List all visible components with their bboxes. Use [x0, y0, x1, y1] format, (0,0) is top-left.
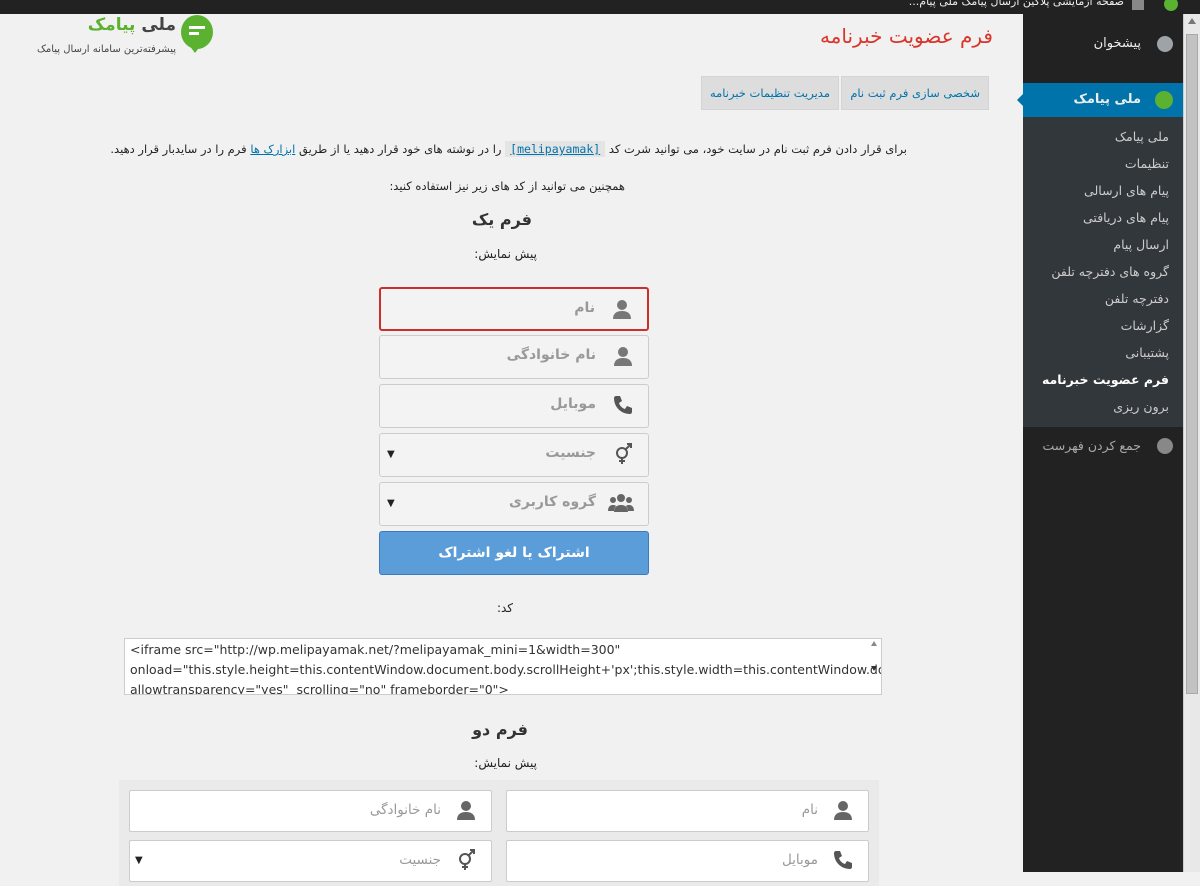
shortcode: [melipayamak] [505, 141, 606, 157]
submenu-item-received-messages[interactable]: پیام های دریافتی [1083, 210, 1169, 225]
form1-title: فرم یک [471, 210, 532, 229]
sidebar-item-label: پیشخوان [1093, 36, 1141, 51]
gender-select[interactable]: جنسیت ▼ [379, 433, 649, 477]
submenu-item-sent-messages[interactable]: پیام های ارسالی [1084, 183, 1169, 198]
collapse-arrow-icon [1157, 438, 1173, 454]
sidebar-submenu: ملی پیامک تنظیمات پیام های ارسالی پیام ه… [1023, 117, 1183, 427]
sidebar-item-melipayamak[interactable]: ملی پیامک [1017, 83, 1183, 117]
form2-first-name-field[interactable]: نام [506, 790, 869, 832]
dropdown-arrow-icon: ▼ [387, 498, 395, 509]
intro-text: برای قرار دادن فرم ثبت نام در سایت خود، … [110, 141, 907, 157]
user-icon [612, 345, 634, 367]
user-group-select[interactable]: گروه کاربری ▼ [379, 482, 649, 526]
melipayamak-logo-icon [1155, 91, 1173, 109]
speech-bubble-logo-icon [181, 15, 213, 53]
scroll-down-icon[interactable] [871, 666, 877, 671]
mobile-placeholder: موبایل [550, 396, 596, 412]
user-icon [611, 298, 633, 320]
dashboard-gauge-icon [1157, 36, 1173, 52]
embed-code-textarea[interactable]: <iframe src="http://wp.melipayamak.net/?… [124, 638, 882, 695]
admin-bar: صفحه آزمایشی پلاگین ارسال پیامک ملی پیام… [0, 0, 1200, 14]
home-icon[interactable] [1132, 0, 1144, 10]
submenu-item-reports[interactable]: گزارشات [1121, 318, 1169, 333]
form2-preview: نام نام خانوادگی موبایل جنسیت ▼ [119, 780, 879, 886]
phone-icon [832, 849, 854, 873]
form2-last-name-field[interactable]: نام خانوادگی [129, 790, 492, 832]
scroll-up-icon[interactable] [871, 641, 877, 646]
form2-mobile-placeholder: موبایل [781, 852, 818, 868]
submenu-item-send-message[interactable]: ارسال پیام [1113, 237, 1169, 252]
submenu-item-settings[interactable]: تنظیمات [1125, 156, 1169, 171]
collapse-menu-label: جمع کردن فهرست [1042, 438, 1141, 453]
scrollbar-thumb[interactable] [1186, 34, 1198, 694]
form1-preview-label: پیش نمایش: [474, 247, 537, 261]
submenu-item-support[interactable]: پشتیبانی [1125, 345, 1169, 360]
form2-first-name-placeholder: نام [801, 802, 818, 818]
dropdown-arrow-icon: ▼ [135, 855, 143, 866]
tab-customize-form[interactable]: شخصی سازی فرم ثبت نام [841, 76, 989, 110]
intro-part2: را در نوشته های خود قرار دهید یا از طریق [298, 142, 502, 156]
last-name-field[interactable]: نام خانوادگی [379, 335, 649, 379]
form2-mobile-field[interactable]: موبایل [506, 840, 869, 882]
intro-part1: برای قرار دادن فرم ثبت نام در سایت خود، … [608, 142, 907, 156]
main-content: فرم عضویت خبرنامه ملی پیامک پیشرفته‌ترین… [0, 14, 1023, 886]
first-name-field[interactable]: نام [379, 287, 649, 331]
site-title-link[interactable]: صفحه آزمایشی پلاگین ارسال پیامک ملی پیام… [909, 0, 1124, 8]
scroll-up-icon[interactable] [1188, 18, 1196, 24]
user-group-placeholder: گروه کاربری [509, 494, 596, 510]
form2-last-name-placeholder: نام خانوادگی [369, 802, 441, 818]
first-name-placeholder: نام [574, 300, 595, 316]
form2-gender-select[interactable]: جنسیت ▼ [129, 840, 492, 882]
submenu-item-newsletter-form[interactable]: فرم عضویت خبرنامه [1042, 372, 1169, 387]
widgets-link[interactable]: ابزارک ها [250, 142, 295, 156]
brand-tagline: پیشرفته‌ترین سامانه ارسال پیامک [36, 44, 176, 55]
form2-preview-label: پیش نمایش: [474, 756, 537, 770]
user-icon [832, 799, 854, 823]
sidebar-item-dashboard[interactable]: پیشخوان [1023, 34, 1183, 56]
page-scrollbar[interactable] [1183, 14, 1200, 872]
gender-icon [612, 443, 634, 465]
intro-part3: فرم را در سایدبار قرار دهید. [110, 142, 247, 156]
user-icon [455, 799, 477, 823]
gender-icon [455, 849, 477, 873]
intro-line2: همچنین می توانید از کد های زیر نیز استفا… [389, 179, 625, 193]
sidebar-item-label: ملی پیامک [1073, 92, 1141, 107]
gender-placeholder: جنسیت [545, 445, 596, 461]
brand-name-dark: ملی [141, 15, 176, 35]
tab-newsletter-settings[interactable]: مدیریت تنظیمات خبرنامه [700, 76, 839, 110]
embed-code-text: <iframe src="http://wp.melipayamak.net/?… [130, 642, 881, 695]
code-label: کد: [496, 601, 513, 615]
users-group-icon [608, 492, 634, 514]
collapse-menu-button[interactable]: جمع کردن فهرست [1023, 438, 1183, 458]
current-menu-arrow [1017, 94, 1023, 106]
phone-icon [612, 394, 634, 416]
brand-name-green: پیامک [87, 15, 136, 35]
submenu-item-phonebook[interactable]: دفترچه تلفن [1105, 291, 1169, 306]
form2-gender-placeholder: جنسیت [399, 852, 441, 868]
dropdown-arrow-icon: ▼ [387, 449, 395, 460]
mobile-field[interactable]: موبایل [379, 384, 649, 428]
subscribe-button[interactable]: اشتراک یا لغو اشتراک [379, 531, 649, 575]
submenu-item-melipayamak[interactable]: ملی پیامک [1115, 129, 1169, 144]
wordpress-logo-icon[interactable] [1164, 0, 1178, 11]
submenu-item-export[interactable]: برون ریزی [1113, 399, 1169, 414]
brand-name: ملی پیامک [88, 15, 176, 35]
form2-title: فرم دو [472, 720, 528, 739]
admin-sidebar: پیشخوان ملی پیامک ملی پیامک تنظیمات پیام… [1017, 14, 1183, 872]
page-title: فرم عضویت خبرنامه [819, 24, 993, 48]
brand-logo: ملی پیامک پیشرفته‌ترین سامانه ارسال پیام… [12, 14, 222, 64]
last-name-placeholder: نام خانوادگی [506, 347, 596, 363]
submenu-item-phonebook-groups[interactable]: گروه های دفترچه تلفن [1051, 264, 1169, 279]
